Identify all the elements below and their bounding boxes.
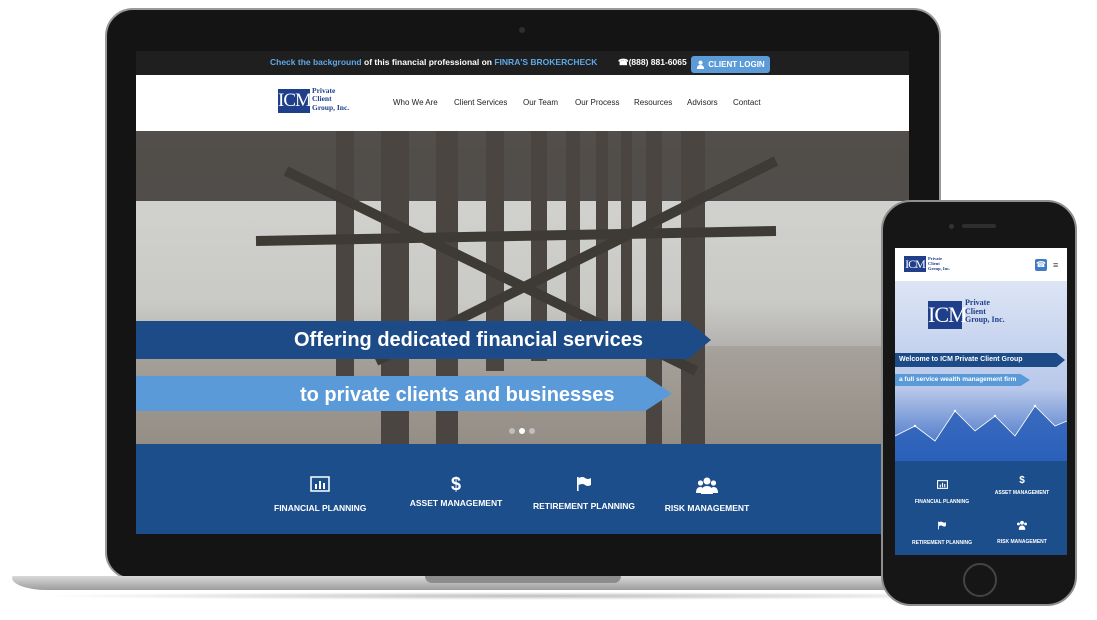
nav-advisors[interactable]: Advisors bbox=[687, 98, 718, 107]
mobile-menu-icon[interactable]: ≡ bbox=[1053, 259, 1058, 271]
phone-number[interactable]: ☎(888) 881-6065 bbox=[618, 57, 687, 68]
mobile-hero-logo-mark: ICM bbox=[928, 301, 968, 329]
mobile-service-label: RETIREMENT PLANNING bbox=[912, 540, 972, 546]
mobile-service-label: FINANCIAL PLANNING bbox=[914, 499, 970, 505]
bar-chart-icon bbox=[907, 476, 977, 494]
brokercheck-text: of this financial professional on bbox=[361, 57, 495, 67]
phone-home-button bbox=[963, 563, 997, 597]
laptop-screen: Check the background of this financial p… bbox=[136, 51, 909, 534]
top-bar: Check the background of this financial p… bbox=[136, 51, 909, 75]
service-risk-management[interactable]: RISK MANAGEMENT bbox=[651, 476, 763, 513]
mobile-logo-text: Private Client Group, Inc. bbox=[928, 256, 950, 271]
nav-contact[interactable]: Contact bbox=[733, 98, 761, 107]
users-icon bbox=[987, 517, 1057, 535]
mobile-logo-mark[interactable]: ICM bbox=[904, 256, 926, 272]
mobile-service-label: RISK MANAGEMENT bbox=[997, 539, 1047, 545]
service-label: RISK MANAGEMENT bbox=[664, 503, 750, 513]
mobile-header: ICM Private Client Group, Inc. ☎ ≡ bbox=[895, 248, 1067, 281]
laptop-notch bbox=[425, 576, 621, 583]
user-icon bbox=[697, 60, 705, 69]
mobile-services-band: FINANCIAL PLANNING $ ASSET MANAGEMENT RE… bbox=[895, 461, 1067, 555]
nav-resources[interactable]: Resources bbox=[634, 98, 672, 107]
service-financial-planning[interactable]: FINANCIAL PLANNING bbox=[274, 476, 366, 513]
services-band: FINANCIAL PLANNING $ ASSET MANAGEMENT RE… bbox=[136, 444, 909, 534]
client-login-label: CLIENT LOGIN bbox=[708, 60, 765, 69]
service-label: FINANCIAL PLANNING bbox=[274, 503, 367, 513]
service-retirement-planning[interactable]: RETIREMENT PLANNING bbox=[524, 476, 644, 511]
laptop-camera bbox=[519, 27, 525, 33]
site-header: ICM Private Client Group, Inc. Who We Ar… bbox=[136, 75, 909, 131]
logo-text: Private Client Group, Inc. bbox=[312, 86, 350, 112]
dollar-icon: $ bbox=[450, 474, 461, 494]
nav-who-we-are[interactable]: Who We Are bbox=[393, 98, 438, 107]
brokercheck-notice: Check the background of this financial p… bbox=[270, 57, 597, 67]
mobile-hero-logo-line-3: Group, Inc. bbox=[965, 315, 1005, 325]
mobile-service-asset-management[interactable]: $ ASSET MANAGEMENT bbox=[987, 475, 1057, 497]
users-icon bbox=[651, 476, 763, 499]
bar-chart-icon bbox=[274, 476, 366, 497]
mobile-tagline-text: a full service wealth management firm bbox=[899, 376, 1017, 383]
mobile-phone-icon[interactable]: ☎ bbox=[1035, 259, 1047, 271]
dollar-icon: $ bbox=[1019, 475, 1025, 486]
flag-icon bbox=[907, 517, 977, 535]
mobile-service-retirement-planning[interactable]: RETIREMENT PLANNING bbox=[907, 517, 977, 546]
phone-number-text: (888) 881-6065 bbox=[628, 57, 687, 67]
nav-client-services[interactable]: Client Services bbox=[454, 98, 507, 107]
nav-our-process[interactable]: Our Process bbox=[575, 98, 619, 107]
mobile-hero-graph bbox=[895, 404, 1067, 461]
mobile-service-risk-management[interactable]: RISK MANAGEMENT bbox=[987, 517, 1057, 545]
service-label: ASSET MANAGEMENT bbox=[409, 498, 503, 508]
hero-slider: Offering dedicated financial services to… bbox=[136, 131, 909, 444]
flag-icon bbox=[524, 476, 644, 497]
client-login-button[interactable]: CLIENT LOGIN bbox=[691, 56, 770, 73]
phone-screen: ICM Private Client Group, Inc. ☎ ≡ ICM P… bbox=[895, 248, 1067, 555]
brokercheck-link-background[interactable]: Check the background bbox=[270, 57, 362, 67]
service-asset-management[interactable]: $ ASSET MANAGEMENT bbox=[398, 474, 514, 508]
hero-headline-1: Offering dedicated financial services bbox=[294, 329, 644, 351]
slider-dot-active[interactable] bbox=[519, 428, 525, 434]
mobile-service-financial-planning[interactable]: FINANCIAL PLANNING bbox=[907, 476, 977, 505]
logo-mark[interactable]: ICM bbox=[278, 89, 312, 113]
nav-our-team[interactable]: Our Team bbox=[523, 98, 558, 107]
phone-camera bbox=[949, 224, 954, 229]
mobile-service-label: ASSET MANAGEMENT bbox=[994, 490, 1050, 496]
mobile-welcome-text: Welcome to ICM Private Client Group bbox=[899, 356, 1023, 363]
slider-dots bbox=[509, 428, 535, 434]
brokercheck-link[interactable]: FINRA'S BROKERCHECK bbox=[494, 57, 597, 67]
mobile-hero-logo-text: Private Client Group, Inc. bbox=[965, 298, 1005, 325]
slider-dot[interactable] bbox=[529, 428, 535, 434]
phone-speaker bbox=[962, 224, 996, 228]
slider-dot[interactable] bbox=[509, 428, 515, 434]
phone-icon: ☎ bbox=[618, 57, 629, 67]
service-label: RETIREMENT PLANNING bbox=[533, 501, 635, 511]
mobile-hero: ICM Private Client Group, Inc. Welcome t… bbox=[895, 281, 1067, 461]
mobile-logo-line-3: Group, Inc. bbox=[928, 266, 951, 271]
hero-headline-2: to private clients and businesses bbox=[300, 384, 615, 406]
logo-line-3: Group, Inc. bbox=[312, 102, 350, 112]
